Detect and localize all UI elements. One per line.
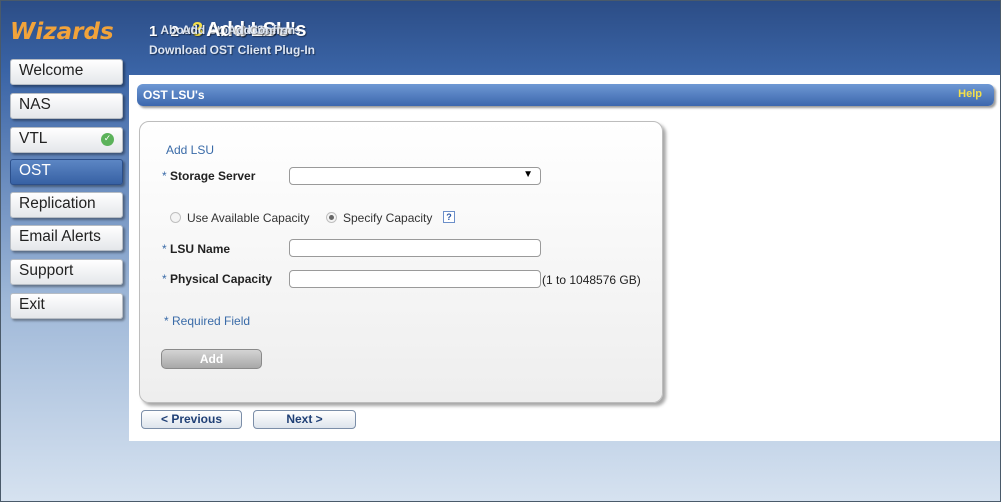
app-window: Wizards 1 About 2 Add Storage Servers 3 Add…: [0, 0, 1001, 502]
check-icon: ✓: [101, 133, 114, 146]
wizard-steps: 1 About 2 Add Storage Servers 3 Add LSU's 4…: [149, 20, 869, 60]
physical-capacity-input[interactable]: [289, 270, 541, 288]
radio-use-available-label: Use Available Capacity: [187, 211, 310, 225]
panel-title: OST LSU's: [143, 88, 205, 102]
sidebar-item-email-alerts[interactable]: Email Alerts: [10, 225, 123, 251]
panel-titlebar: OST LSU's Help: [137, 84, 994, 106]
storage-server-label: * Storage Server: [162, 169, 256, 183]
lsu-name-input[interactable]: [289, 239, 541, 257]
storage-server-select[interactable]: ▼: [289, 167, 541, 185]
capacity-range-hint: (1 to 1048576 GB): [542, 273, 641, 287]
lsu-name-label: * LSU Name: [162, 242, 231, 256]
add-button[interactable]: Add: [161, 349, 262, 369]
previous-button[interactable]: < Previous: [141, 410, 242, 429]
radio-specify-capacity[interactable]: [326, 212, 337, 223]
help-link[interactable]: Help: [958, 88, 982, 100]
help-icon[interactable]: ?: [443, 211, 455, 223]
radio-use-available-capacity[interactable]: [170, 212, 181, 223]
wizards-logo: Wizards: [10, 19, 114, 45]
chevron-down-icon: ▼: [523, 169, 533, 180]
sidebar-item-ost[interactable]: OST: [10, 159, 123, 185]
next-button[interactable]: Next >: [253, 410, 356, 429]
sidebar-item-replication[interactable]: Replication: [10, 192, 123, 218]
radio-specify-label: Specify Capacity: [343, 211, 433, 225]
sidebar-item-nas[interactable]: NAS: [10, 93, 123, 119]
sidebar-item-vtl[interactable]: VTL ✓: [10, 127, 123, 153]
step-about[interactable]: 1 About: [149, 23, 195, 40]
section-title: Add LSU: [166, 143, 215, 157]
sidebar-item-welcome[interactable]: Welcome: [10, 59, 123, 85]
required-field-note: * Required Field: [164, 314, 251, 328]
main-panel: OST LSU's Help Add LSU * Storage Server …: [129, 75, 1000, 441]
sidebar-item-exit[interactable]: Exit: [10, 293, 123, 319]
physical-capacity-label: * Physical Capacity: [162, 272, 273, 286]
sidebar-item-support[interactable]: Support: [10, 259, 123, 285]
add-lsu-form: Add LSU * Storage Server ▼ Use Available…: [139, 121, 663, 403]
